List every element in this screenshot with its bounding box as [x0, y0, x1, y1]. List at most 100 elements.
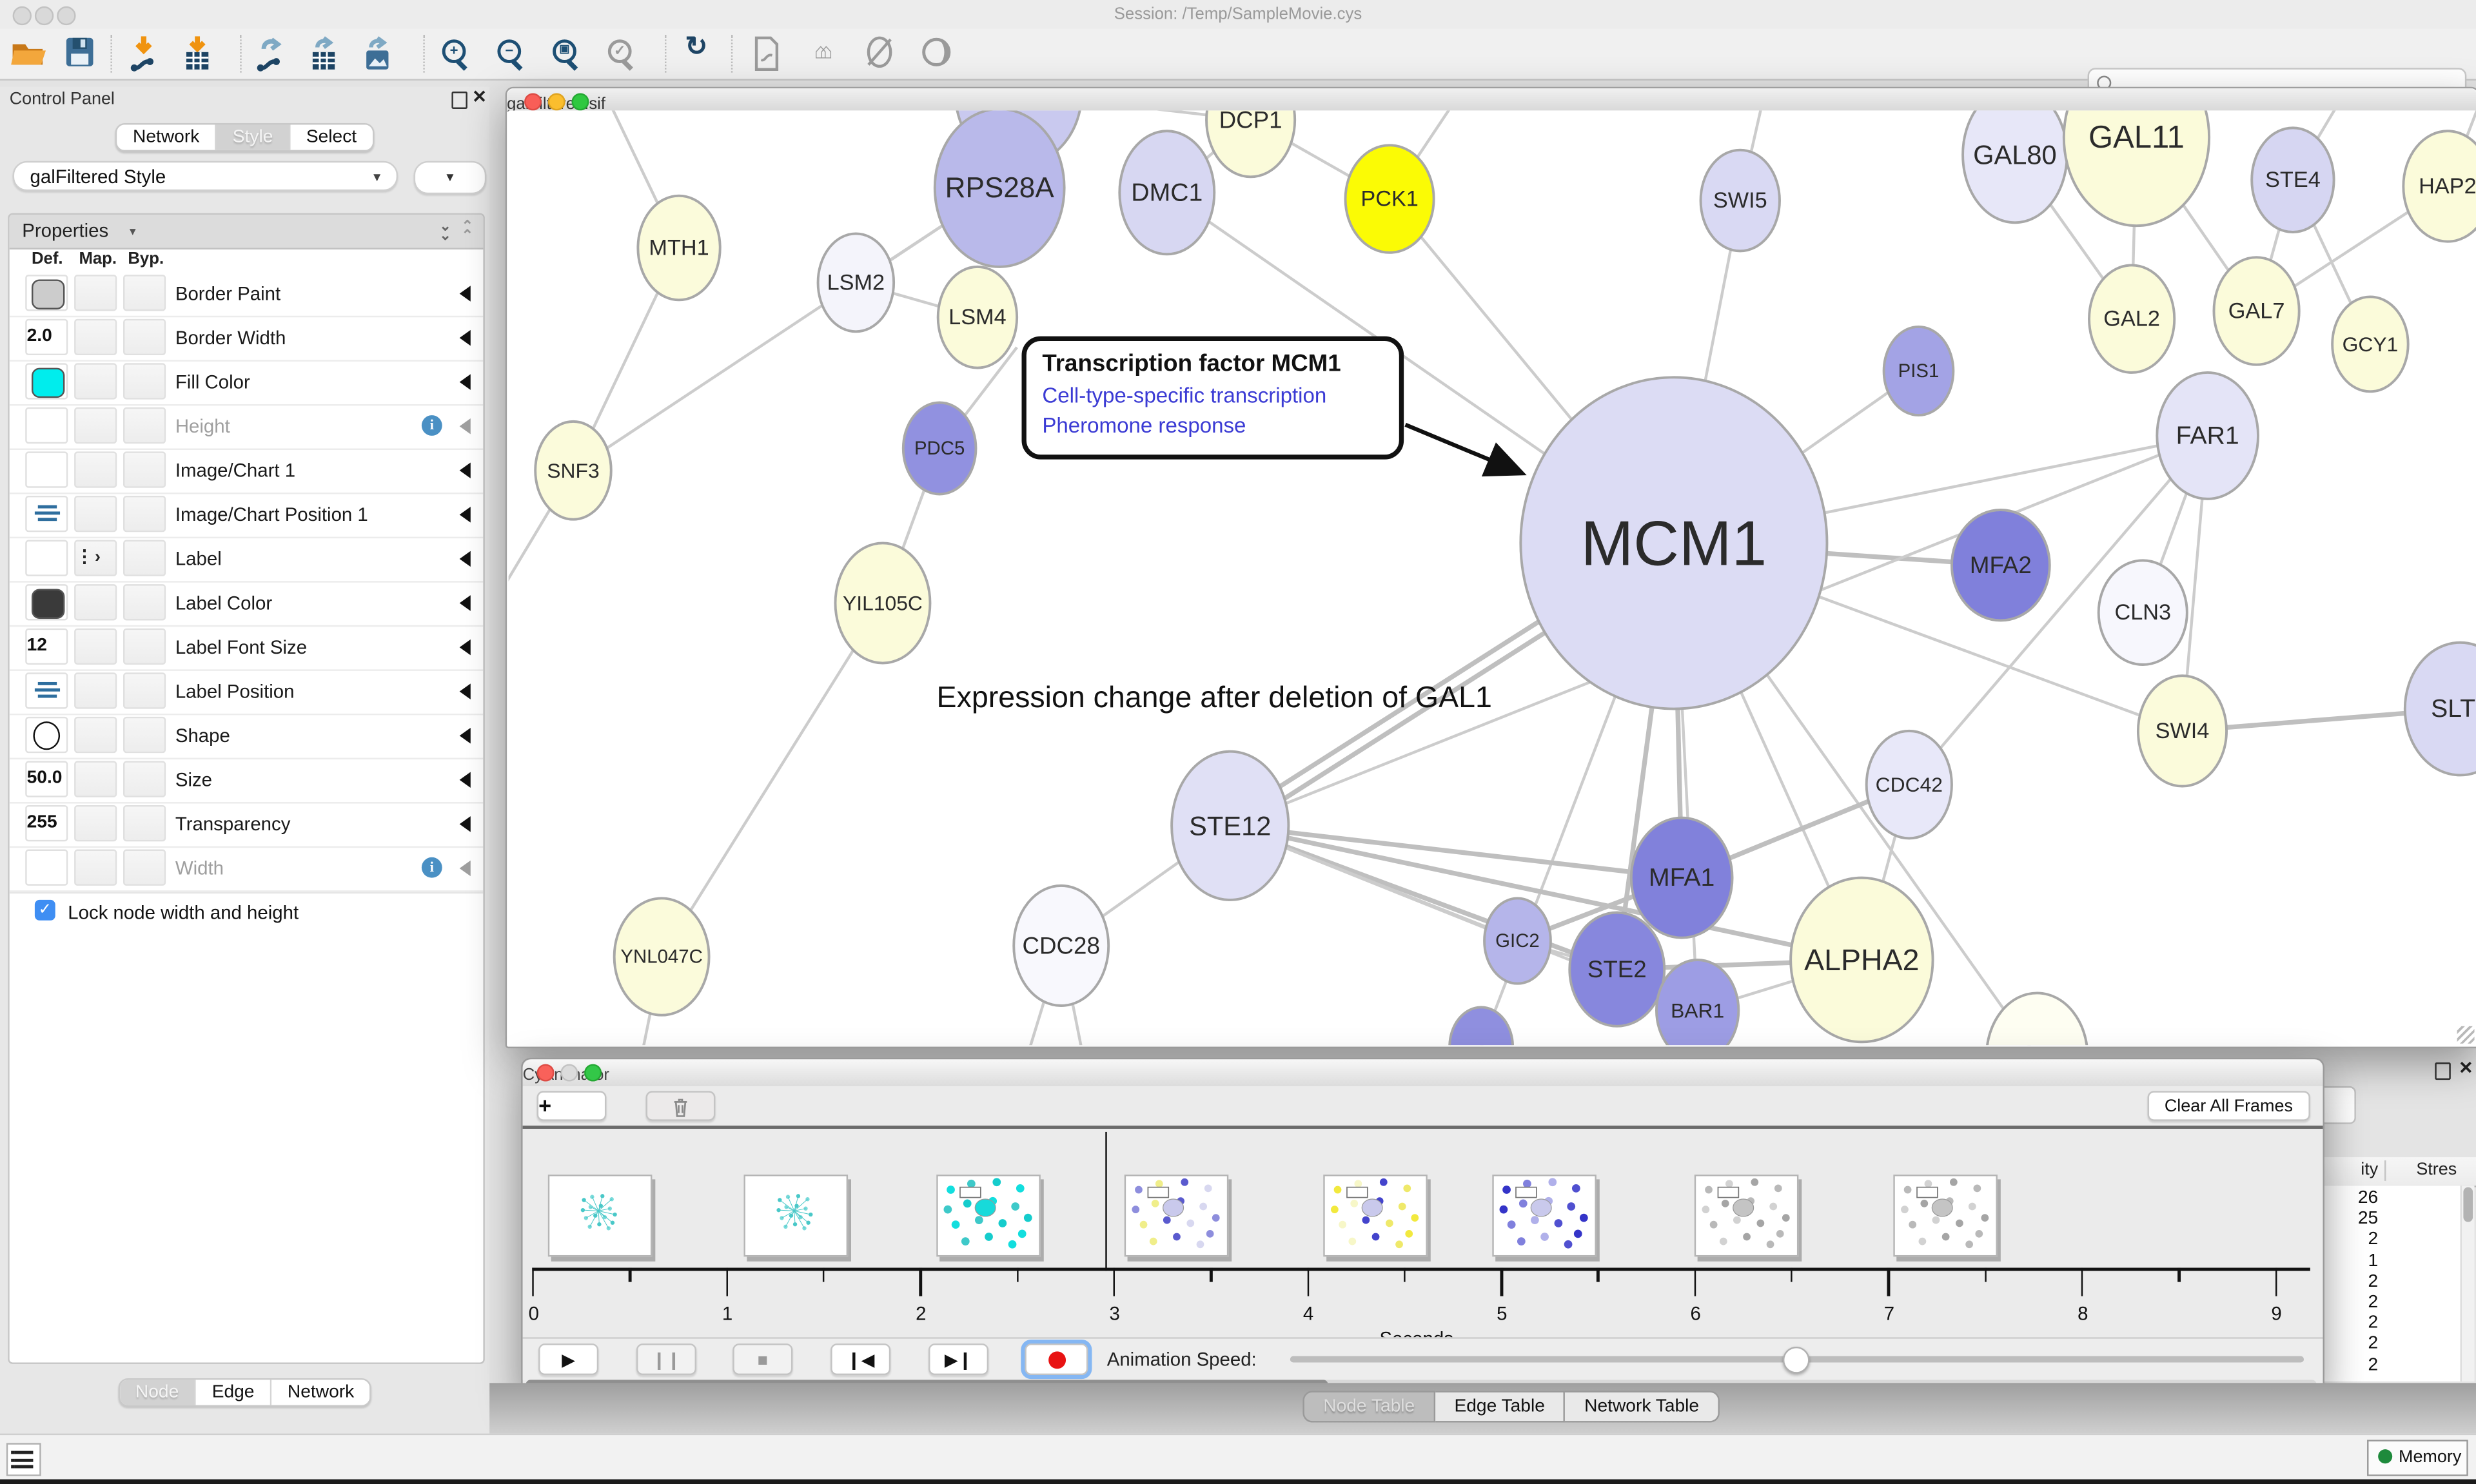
open-session-icon[interactable] [8, 35, 49, 73]
map-cell[interactable] [74, 717, 117, 753]
tab-node[interactable]: Node [119, 1380, 196, 1405]
node-far1[interactable]: FAR1 [2157, 373, 2258, 499]
node-mfa2[interactable]: MFA2 [1952, 510, 2050, 620]
float-panel-icon[interactable] [451, 92, 467, 109]
tab-style[interactable]: Style [217, 124, 290, 150]
property-row-size[interactable]: 50.0Size [10, 758, 484, 804]
node-cdc28[interactable]: CDC28 [1014, 886, 1108, 1006]
byp-cell[interactable] [123, 672, 166, 708]
frame-thumbnail-2[interactable] [936, 1175, 1041, 1256]
task-history-button[interactable] [6, 1443, 41, 1476]
import-table-icon[interactable] [177, 35, 218, 73]
map-cell[interactable] [74, 850, 117, 886]
table-cell-value[interactable]: 2 [2321, 1231, 2378, 1249]
tab-network[interactable]: Network [117, 124, 217, 150]
node-swi4[interactable]: SWI4 [2138, 676, 2226, 786]
tab-network-table[interactable]: Network Table [1566, 1391, 1720, 1423]
node-cdc42[interactable]: CDC42 [1867, 731, 1952, 839]
def-cell[interactable] [25, 540, 68, 576]
property-row-height[interactable]: Heighti [10, 404, 484, 450]
column-header-stress[interactable]: Stres [2397, 1160, 2476, 1179]
def-cell[interactable] [25, 363, 68, 399]
def-cell[interactable] [25, 496, 68, 532]
byp-cell[interactable] [123, 540, 166, 576]
byp-cell[interactable] [123, 319, 166, 355]
expand-property-icon[interactable] [460, 507, 471, 522]
float-table-panel-icon[interactable] [2435, 1062, 2450, 1080]
node-gal7[interactable]: GAL7 [2214, 257, 2299, 365]
map-cell[interactable] [74, 629, 117, 665]
node-tup1[interactable]: TUP1 [1987, 993, 2088, 1045]
properties-header[interactable]: Properties [22, 219, 108, 241]
property-row-label-color[interactable]: Label Color [10, 581, 484, 627]
property-row-shape[interactable]: Shape [10, 714, 484, 759]
byp-cell[interactable] [123, 761, 166, 797]
expand-property-icon[interactable] [460, 551, 471, 567]
window-zoom-icon[interactable] [57, 6, 75, 25]
expand-all-icon[interactable]: ⌄⌄ [436, 221, 455, 240]
style-options-button[interactable]: ▾ [414, 161, 487, 194]
byp-cell[interactable] [123, 363, 166, 399]
annotation-link[interactable]: Cell-type-specific transcription [1042, 382, 1383, 412]
playhead[interactable] [1105, 1132, 1107, 1271]
pause-button[interactable]: ❙❙ [636, 1343, 696, 1375]
export-network-icon[interactable] [250, 35, 291, 73]
map-cell[interactable] [74, 672, 117, 708]
table-cell-value[interactable]: 2 [2321, 1334, 2378, 1353]
node-ynl047c[interactable]: YNL047C [614, 898, 709, 1015]
table-cell-value[interactable]: 2 [2321, 1356, 2378, 1374]
zoom-in-icon[interactable]: + [436, 35, 477, 73]
byp-cell[interactable] [123, 451, 166, 487]
map-cell[interactable] [74, 407, 117, 444]
def-cell[interactable] [25, 275, 68, 311]
node-mth1[interactable]: MTH1 [638, 196, 720, 300]
node-gic2[interactable]: GIC2 [1484, 898, 1551, 983]
speed-slider-thumb[interactable] [1783, 1347, 1810, 1374]
expand-property-icon[interactable] [460, 286, 471, 301]
previous-frame-button[interactable]: ❙◀ [830, 1343, 890, 1375]
properties-dropdown-icon[interactable]: ▾ [130, 224, 136, 239]
byp-cell[interactable] [123, 584, 166, 620]
expand-property-icon[interactable] [460, 374, 471, 389]
network-canvas[interactable]: RPS28BDCP1RPS28ADMC1PCK1SWI5GAL80GAL11ST… [509, 110, 2476, 1045]
map-cell[interactable] [74, 363, 117, 399]
lock-size-checkbox[interactable]: ✓ [35, 900, 55, 921]
export-image-icon[interactable] [357, 35, 398, 73]
table-cell-value[interactable]: 2 [2321, 1314, 2378, 1333]
node-gic1x[interactable] [1449, 1007, 1513, 1045]
node-dcp1[interactable]: DCP1 [1206, 110, 1295, 177]
share-document-icon[interactable] [745, 35, 787, 73]
record-button[interactable] [1025, 1343, 1088, 1375]
expand-property-icon[interactable] [460, 595, 471, 610]
node-lsm4[interactable]: LSM4 [938, 267, 1017, 368]
add-frame-button[interactable]: + [537, 1091, 607, 1121]
refresh-layout-icon[interactable]: ↻ [676, 32, 717, 70]
node-alpha2[interactable]: ALPHA2 [1791, 878, 1932, 1042]
frame-thumbnail-4[interactable] [1323, 1175, 1428, 1256]
expand-property-icon[interactable] [460, 330, 471, 346]
byp-cell[interactable] [123, 407, 166, 444]
node-pis1[interactable]: PIS1 [1884, 327, 1954, 415]
frame-thumbnail-3[interactable] [1125, 1175, 1229, 1256]
map-cell[interactable] [74, 451, 117, 487]
export-table-icon[interactable] [303, 35, 344, 73]
frame-thumbnail-5[interactable] [1492, 1175, 1597, 1256]
frame-thumbnail-6[interactable] [1695, 1175, 1799, 1256]
def-cell[interactable]: 255 [25, 805, 68, 841]
node-cln3[interactable]: CLN3 [2099, 560, 2187, 665]
tab-select[interactable]: Select [290, 124, 372, 150]
frame-thumbnail-0[interactable] [548, 1175, 653, 1256]
def-cell[interactable] [25, 850, 68, 886]
table-cell-value[interactable]: 26 [2321, 1189, 2378, 1207]
def-cell[interactable] [25, 672, 68, 708]
column-header-ity[interactable]: ity [2321, 1160, 2378, 1179]
node-hap2[interactable]: HAP2 [2403, 131, 2476, 241]
info-icon[interactable]: i [422, 857, 442, 878]
memory-button[interactable]: Memory [2367, 1440, 2468, 1476]
play-button[interactable]: ▶ [538, 1343, 598, 1375]
zoom-fit-icon[interactable]: ▣ [546, 35, 587, 73]
property-row-image-chart-1[interactable]: Image/Chart 1 [10, 449, 484, 494]
property-row-border-paint[interactable]: Border Paint [10, 271, 484, 317]
table-cell-value[interactable]: 1 [2321, 1251, 2378, 1270]
expand-property-icon[interactable] [460, 463, 471, 478]
